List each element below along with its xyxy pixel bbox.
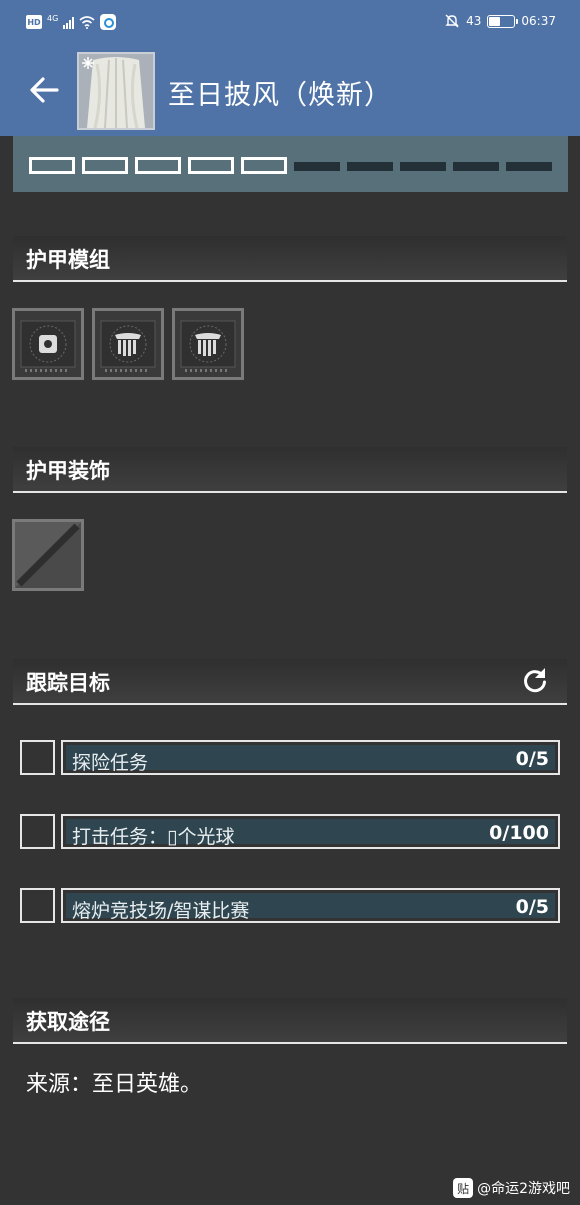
mod-socket[interactable] xyxy=(172,308,244,380)
objective-progress: 0/100 xyxy=(489,822,549,844)
clock: 06:37 xyxy=(521,14,556,28)
section-source: 获取途径 xyxy=(13,998,567,1044)
progress-segment-empty xyxy=(506,162,552,171)
progress-segment-filled xyxy=(188,157,234,174)
back-button[interactable] xyxy=(26,72,62,108)
objective-label: 打击任务：▯个光球 xyxy=(72,826,235,848)
objective-bar: 打击任务：▯个光球 0/100 xyxy=(61,814,560,849)
signal-icon xyxy=(63,16,75,29)
progress-segment-filled xyxy=(82,157,128,174)
progress-segment-empty xyxy=(347,162,393,171)
cloak-image xyxy=(79,54,153,128)
page-title: 至日披风（焕新） xyxy=(168,80,392,111)
progress-segment-empty xyxy=(294,162,340,171)
empty-ornament-icon xyxy=(15,522,81,588)
section-title: 护甲装饰 xyxy=(26,459,110,483)
watermark: 贴 @命运2游戏吧 xyxy=(453,1178,570,1198)
status-bar: HD 4G 43 06:37 xyxy=(0,0,580,46)
upgrade-progress xyxy=(13,136,568,192)
bell-muted-icon xyxy=(445,14,459,28)
progress-segment-filled xyxy=(135,157,181,174)
armor-socket-icon xyxy=(180,320,236,372)
source-text: 来源：至日英雄。 xyxy=(26,1072,203,1097)
item-thumbnail[interactable] xyxy=(77,52,155,130)
objective-progress: 0/5 xyxy=(515,896,549,918)
section-title: 跟踪目标 xyxy=(26,671,110,695)
tieba-icon: 贴 xyxy=(453,1178,474,1198)
battery-icon xyxy=(487,14,519,28)
mod-socket[interactable] xyxy=(12,308,84,380)
gear-socket-icon xyxy=(20,320,76,372)
objective-checkbox[interactable] xyxy=(20,888,55,923)
progress-segment-empty xyxy=(453,162,499,171)
objective-checkbox[interactable] xyxy=(20,814,55,849)
objective-progress: 0/5 xyxy=(515,748,549,770)
refresh-icon[interactable] xyxy=(521,666,549,694)
watermark-text: @命运2游戏吧 xyxy=(477,1181,570,1197)
app-header: 至日披风（焕新） xyxy=(0,46,580,136)
progress-segment-filled xyxy=(241,157,287,174)
network-type: 4G xyxy=(47,13,59,23)
wifi-icon xyxy=(79,15,95,29)
app-notification-icon xyxy=(100,14,117,30)
objective-bar: 探险任务 0/5 xyxy=(61,740,560,775)
ornament-socket[interactable] xyxy=(12,519,84,591)
section-title: 护甲模组 xyxy=(26,248,110,272)
progress-segment-empty xyxy=(400,162,446,171)
objective-checkbox[interactable] xyxy=(20,740,55,775)
section-title: 获取途径 xyxy=(26,1010,110,1034)
progress-segment-filled xyxy=(29,157,75,174)
arrow-left-icon xyxy=(30,77,59,103)
section-tracking: 跟踪目标 xyxy=(13,659,567,705)
battery-percent: 43 xyxy=(466,14,482,28)
armor-socket-icon xyxy=(100,320,156,372)
mod-socket[interactable] xyxy=(92,308,164,380)
section-armor-mods: 护甲模组 xyxy=(13,236,567,282)
section-armor-ornament: 护甲装饰 xyxy=(13,447,567,493)
objective-bar: 熔炉竞技场/智谋比赛 0/5 xyxy=(61,888,560,923)
objective-label: 熔炉竞技场/智谋比赛 xyxy=(72,900,250,922)
objective-label: 探险任务 xyxy=(72,752,149,774)
hd-icon: HD xyxy=(26,15,42,29)
